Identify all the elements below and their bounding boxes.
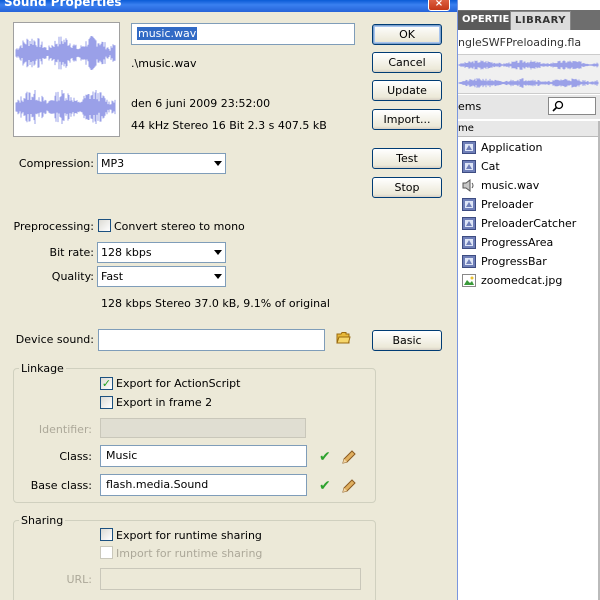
bitrate-value: 128 kbps — [101, 246, 152, 259]
movieclip-icon — [462, 236, 476, 249]
search-icon — [552, 100, 564, 112]
library-item-label: Cat — [481, 160, 500, 173]
library-item-label: ProgressBar — [481, 255, 547, 268]
chevron-down-icon — [214, 161, 222, 166]
url-input[interactable] — [100, 568, 361, 590]
library-item[interactable]: Cat — [458, 157, 600, 176]
convert-mono-label: Convert stereo to mono — [114, 220, 245, 233]
convert-mono-checkbox[interactable] — [98, 219, 111, 232]
waveform-preview — [13, 22, 120, 137]
identifier-input[interactable] — [100, 418, 306, 438]
library-item-label: Application — [481, 141, 543, 154]
update-button[interactable]: Update — [372, 80, 442, 101]
library-item-label: music.wav — [481, 179, 540, 192]
compression-summary: 128 kbps Stereo 37.0 kB, 9.1% of origina… — [101, 297, 330, 310]
base-class-label: Base class: — [30, 479, 92, 492]
chevron-down-icon — [214, 274, 222, 279]
movieclip-icon — [462, 198, 476, 211]
sound-name-value: music.wav — [137, 27, 198, 40]
ok-button[interactable]: OK — [372, 24, 442, 45]
sound-name-input[interactable]: music.wav — [131, 23, 355, 45]
sound-format-info: 44 kHz Stereo 16 Bit 2.3 s 407.5 kB — [131, 119, 327, 132]
library-item-label: ProgressArea — [481, 236, 554, 249]
items-count-label: ems — [458, 100, 482, 113]
library-name-header[interactable]: me — [458, 121, 600, 137]
preprocessing-label: Preprocessing: — [13, 220, 94, 233]
check-icon[interactable]: ✔ — [319, 449, 331, 465]
close-button[interactable]: × — [428, 0, 450, 11]
pencil-icon[interactable] — [341, 449, 357, 465]
export-frame2-checkbox[interactable] — [100, 396, 113, 409]
compression-select[interactable]: MP3 — [97, 153, 226, 174]
class-input[interactable]: Music — [100, 445, 307, 467]
pencil-icon[interactable] — [341, 478, 357, 494]
sound-icon — [462, 179, 476, 192]
bitrate-select[interactable]: 128 kbps — [97, 242, 226, 263]
export-runtime-label: Export for runtime sharing — [116, 529, 262, 542]
identifier-label: Identifier: — [38, 423, 92, 436]
export-frame2-label: Export in frame 2 — [116, 396, 213, 409]
close-icon: × — [434, 0, 444, 9]
url-label: URL: — [66, 573, 92, 586]
library-item[interactable]: music.wav — [458, 176, 600, 195]
library-item-label: Preloader — [481, 198, 534, 211]
movieclip-icon — [462, 160, 476, 173]
library-preview — [458, 54, 600, 94]
library-document-select[interactable]: ngleSWFPreloading.fla — [458, 32, 600, 54]
library-item[interactable]: PreloaderCatcher — [458, 214, 600, 233]
base-class-input[interactable]: flash.media.Sound — [100, 474, 307, 496]
compression-label: Compression: — [18, 157, 94, 170]
panel-tabbar: OPERTIES LIBRARY — [458, 10, 600, 30]
sound-properties-dialog: Sound Properties × music.wav .\music.wav… — [0, 0, 458, 600]
device-sound-input[interactable] — [98, 329, 325, 351]
name-column-label: me — [458, 123, 474, 134]
quality-value: Fast — [101, 270, 124, 283]
library-items-bar: ems — [458, 95, 600, 119]
library-item[interactable]: ProgressArea — [458, 233, 600, 252]
export-actionscript-label: Export for ActionScript — [116, 377, 241, 390]
basic-button[interactable]: Basic — [372, 330, 442, 351]
cancel-button[interactable]: Cancel — [372, 52, 442, 73]
export-runtime-checkbox[interactable] — [100, 528, 113, 541]
library-search-input[interactable] — [548, 97, 596, 115]
quality-select[interactable]: Fast — [97, 266, 226, 287]
library-item-label: zoomedcat.jpg — [481, 274, 563, 287]
export-actionscript-checkbox[interactable]: ✓ — [100, 377, 113, 390]
import-runtime-checkbox[interactable] — [100, 546, 113, 559]
check-icon[interactable]: ✔ — [319, 478, 331, 494]
library-panel: OPERTIES LIBRARY ngleSWFPreloading.fla e… — [458, 0, 600, 600]
library-waveform — [458, 60, 599, 88]
waveform-graphic — [15, 36, 116, 124]
library-item[interactable]: ProgressBar — [458, 252, 600, 271]
class-label: Class: — [59, 450, 92, 463]
linkage-title: Linkage — [19, 362, 66, 375]
movieclip-icon — [462, 141, 476, 154]
library-item[interactable]: Application — [458, 138, 600, 157]
library-item[interactable]: zoomedcat.jpg — [458, 271, 600, 290]
chevron-down-icon — [214, 250, 222, 255]
dialog-titlebar[interactable]: Sound Properties × — [0, 0, 457, 12]
stop-button[interactable]: Stop — [372, 177, 442, 198]
quality-label: Quality: — [51, 270, 94, 283]
import-button[interactable]: Import... — [372, 109, 442, 130]
device-sound-label: Device sound: — [15, 333, 94, 346]
folder-icon[interactable] — [336, 331, 351, 345]
dialog-title: Sound Properties — [4, 0, 122, 9]
bitrate-label: Bit rate: — [49, 246, 94, 259]
tab-library[interactable]: LIBRARY — [510, 11, 572, 30]
sharing-title: Sharing — [19, 514, 66, 527]
import-runtime-label: Import for runtime sharing — [116, 547, 263, 560]
library-item-label: PreloaderCatcher — [481, 217, 577, 230]
library-item[interactable]: Preloader — [458, 195, 600, 214]
compression-value: MP3 — [101, 157, 125, 170]
movieclip-icon — [462, 255, 476, 268]
sound-date: den 6 juni 2009 23:52:00 — [131, 97, 271, 110]
test-button[interactable]: Test — [372, 148, 442, 169]
movieclip-icon — [462, 217, 476, 230]
sound-path: .\music.wav — [131, 57, 197, 70]
bitmap-icon — [462, 274, 476, 287]
